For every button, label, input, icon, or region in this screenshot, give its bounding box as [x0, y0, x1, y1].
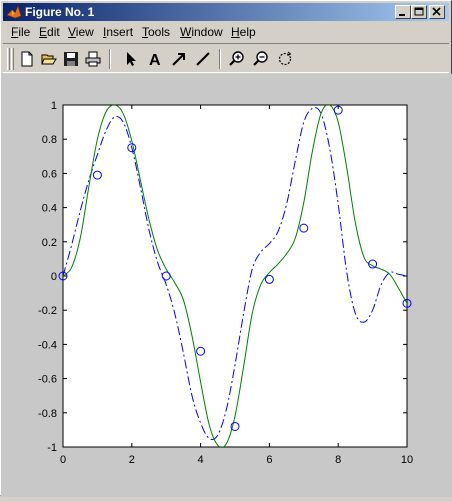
figure-toolbar: A [3, 43, 449, 73]
save-icon [64, 52, 78, 66]
menu-bar: File Edit View Insert Tools Window Help [3, 22, 449, 42]
insert-text-button[interactable]: A [145, 49, 165, 69]
toolbar-grip[interactable] [7, 48, 10, 70]
maximize-button[interactable] [411, 5, 427, 19]
close-icon [432, 7, 441, 16]
zoom-out-button[interactable] [251, 49, 271, 69]
figure-window: Figure No. 1 File Edit View Insert Tools… [0, 0, 452, 497]
y-tick-label: 0.4 [42, 203, 57, 215]
figure-canvas[interactable]: -1 -0.8 -0.6 -0.4 -0.2 0 0.2 0.4 0.6 0.8 1 0 2 4 6 8 10 [1, 74, 452, 497]
print-button[interactable] [83, 49, 103, 69]
y-tick-label: -0.6 [38, 374, 57, 386]
menu-view[interactable]: View [68, 25, 94, 39]
menu-edit[interactable]: Edit [39, 25, 60, 39]
y-tick-label: -0.2 [38, 305, 57, 317]
x-tick-label: 6 [266, 454, 272, 466]
svg-text:A: A [149, 52, 161, 67]
open-file-icon [41, 54, 57, 65]
open-file-button[interactable] [39, 49, 59, 69]
save-button[interactable] [61, 49, 81, 69]
insert-line-icon [196, 52, 210, 66]
y-tick-label: -1 [47, 442, 57, 454]
menu-window[interactable]: Window [180, 25, 223, 39]
minimize-button[interactable] [395, 5, 411, 19]
new-figure-icon [21, 51, 33, 67]
y-tick-label: 0 [51, 271, 57, 283]
zoom-out-icon [253, 51, 268, 66]
x-tick-label: 10 [401, 454, 413, 466]
zoom-in-button[interactable] [227, 49, 247, 69]
edit-plot-button[interactable] [121, 49, 141, 69]
menu-insert[interactable]: Insert [103, 25, 133, 39]
matlab-logo-icon [6, 5, 22, 19]
menu-tools[interactable]: Tools [142, 25, 170, 39]
close-button[interactable] [429, 5, 445, 19]
toolbar-separator [109, 49, 111, 69]
x-tick-label: 8 [335, 454, 341, 466]
maximize-icon [414, 7, 424, 16]
toolbar-grip-2[interactable] [11, 48, 14, 70]
axes-background [62, 104, 408, 448]
toolbar-separator-2 [219, 49, 221, 69]
y-tick-label: 0.6 [42, 168, 57, 180]
x-tick-label: 0 [60, 454, 66, 466]
plot-canvas[interactable]: -1-0.8-0.6-0.4-0.200.20.40.60.810 2 4 6 8 10 [1, 74, 452, 497]
title-bar[interactable]: Figure No. 1 [3, 3, 449, 21]
rotate-3d-button[interactable] [275, 49, 295, 69]
x-tick-label: 2 [129, 454, 135, 466]
y-tick-label: 0.2 [42, 237, 57, 249]
x-tick-label: 4 [198, 454, 204, 466]
insert-arrow-icon [172, 53, 185, 66]
zoom-in-icon [229, 51, 244, 66]
menu-file[interactable]: File [11, 25, 30, 39]
y-tick-label: 0.8 [42, 134, 57, 146]
axes[interactable]: -1-0.8-0.6-0.4-0.200.20.40.60.810 2 4 6 8 10 [38, 100, 413, 466]
edit-plot-arrow-icon [127, 52, 136, 66]
rotate-3d-icon [278, 51, 292, 66]
y-tick-label: -0.8 [38, 408, 57, 420]
print-icon [85, 51, 101, 67]
insert-arrow-button[interactable] [169, 49, 189, 69]
y-tick-label: 1 [51, 100, 57, 112]
window-title: Figure No. 1 [25, 5, 95, 19]
insert-text-icon: A [149, 52, 161, 67]
insert-line-button[interactable] [193, 49, 213, 69]
minimize-icon [399, 14, 405, 16]
new-figure-button[interactable] [17, 49, 37, 69]
y-tick-label: -0.4 [38, 339, 57, 351]
menu-help[interactable]: Help [231, 25, 256, 39]
